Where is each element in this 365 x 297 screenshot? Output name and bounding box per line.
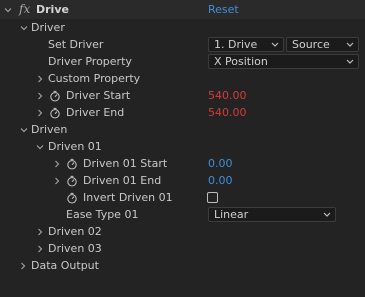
group-driven[interactable]: Driven (0, 121, 365, 138)
driver-end-label: Driver End (66, 106, 125, 119)
property-driver-start: Driver Start 540.00 (0, 87, 365, 104)
property-driver-end: Driver End 540.00 (0, 104, 365, 121)
dropdown-arrow-icon (346, 58, 354, 65)
fx-icon[interactable]: fx (19, 0, 30, 19)
stopwatch-icon[interactable] (48, 87, 61, 104)
group-driven-label: Driven (31, 123, 68, 136)
invert-driven-01-checkbox[interactable] (207, 192, 218, 203)
custom-property-label: Custom Property (48, 72, 141, 85)
dropdown-arrow-icon (271, 41, 279, 48)
driver-property-label: Driver Property (48, 55, 132, 68)
stopwatch-icon[interactable] (48, 104, 61, 121)
property-invert-driven-01: Invert Driven 01 (0, 189, 365, 206)
property-ease-type-01: Ease Type 01 Linear (0, 206, 365, 223)
group-data-output[interactable]: Data Output (0, 257, 365, 274)
stopwatch-icon[interactable] (65, 172, 78, 189)
effect-header-drive[interactable]: fx Drive Reset (0, 0, 365, 19)
chevron-down-icon[interactable] (19, 19, 29, 36)
set-driver-label: Set Driver (48, 38, 104, 51)
chevron-right-icon[interactable] (35, 87, 45, 104)
group-driver[interactable]: Driver (0, 19, 365, 36)
driver-start-value[interactable]: 540.00 (208, 87, 247, 104)
stopwatch-icon[interactable] (65, 189, 78, 206)
driver-start-label: Driver Start (66, 89, 131, 102)
property-driven-01-end: Driven 01 End 0.00 (0, 172, 365, 189)
group-driven-03-label: Driven 03 (48, 242, 102, 255)
dropdown-arrow-icon (346, 41, 354, 48)
group-driven-03[interactable]: Driven 03 (0, 240, 365, 257)
driven-01-end-label: Driven 01 End (83, 174, 162, 187)
chevron-right-icon[interactable] (35, 104, 45, 121)
source-value: Source (292, 38, 330, 51)
property-set-driver: Set Driver 1. Drive Source (0, 36, 365, 53)
set-driver-dropdown[interactable]: 1. Drive (208, 37, 284, 52)
effect-name: Drive (36, 3, 69, 16)
dropdown-arrow-icon (323, 211, 331, 218)
chevron-down-icon[interactable] (19, 121, 29, 138)
effect-controls-panel: fx Drive Reset Driver Set Driver 1. Driv… (0, 0, 365, 297)
property-driver-property: Driver Property X Position (0, 53, 365, 70)
driven-01-start-value[interactable]: 0.00 (208, 155, 233, 172)
stopwatch-icon[interactable] (65, 155, 78, 172)
chevron-right-icon[interactable] (35, 70, 45, 87)
chevron-down-icon[interactable] (35, 138, 45, 155)
set-driver-value: 1. Drive (214, 38, 258, 51)
driver-property-value: X Position (214, 55, 268, 68)
ease-type-01-dropdown[interactable]: Linear (208, 207, 336, 222)
driver-end-value[interactable]: 540.00 (208, 104, 247, 121)
data-output-label: Data Output (31, 259, 99, 272)
group-driven-02-label: Driven 02 (48, 225, 102, 238)
chevron-right-icon[interactable] (52, 155, 62, 172)
reset-link[interactable]: Reset (208, 0, 239, 19)
group-custom-property[interactable]: Custom Property (0, 70, 365, 87)
group-driven-01-label: Driven 01 (48, 140, 102, 153)
driven-01-start-label: Driven 01 Start (83, 157, 168, 170)
chevron-right-icon[interactable] (52, 172, 62, 189)
group-driver-label: Driver (31, 21, 65, 34)
source-dropdown[interactable]: Source (286, 37, 359, 52)
ease-type-01-label: Ease Type 01 (66, 208, 139, 221)
chevron-right-icon[interactable] (35, 240, 45, 257)
group-driven-01[interactable]: Driven 01 (0, 138, 365, 155)
invert-driven-01-label: Invert Driven 01 (83, 191, 173, 204)
driven-01-end-value[interactable]: 0.00 (208, 172, 233, 189)
chevron-right-icon[interactable] (18, 257, 28, 274)
group-driven-02[interactable]: Driven 02 (0, 223, 365, 240)
chevron-right-icon[interactable] (35, 223, 45, 240)
chevron-down-icon[interactable] (3, 0, 13, 19)
ease-type-01-value: Linear (214, 208, 249, 221)
property-driven-01-start: Driven 01 Start 0.00 (0, 155, 365, 172)
driver-property-dropdown[interactable]: X Position (208, 54, 359, 69)
